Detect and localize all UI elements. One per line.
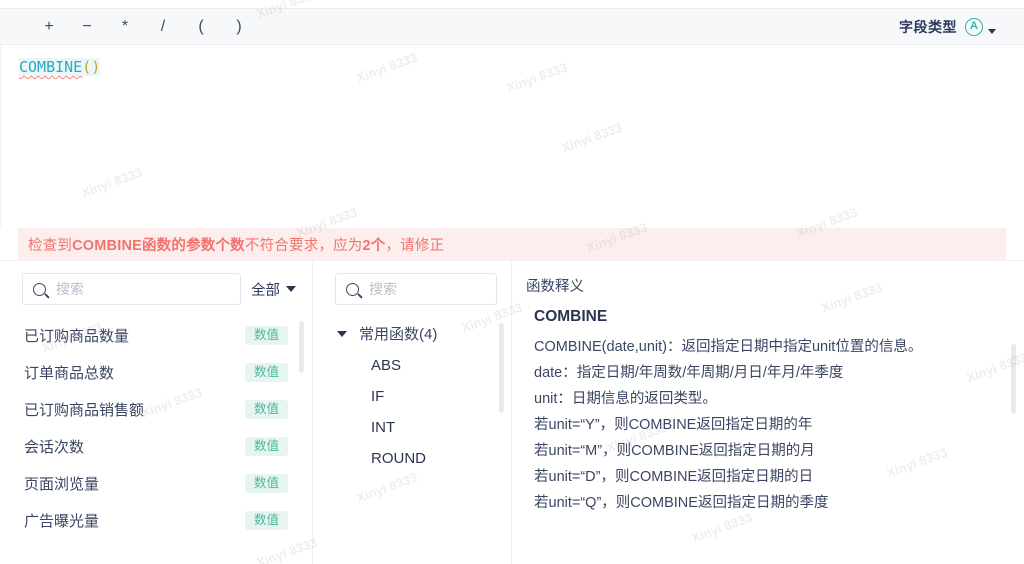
error-text-bold2: 2个 — [362, 237, 386, 254]
operator-divide-button[interactable]: / — [144, 9, 182, 45]
formula-parentheses-token[interactable]: () — [82, 58, 101, 76]
search-icon — [346, 282, 359, 296]
description-title: 函数释义 — [526, 279, 584, 295]
functions-list[interactable]: 常用函数(4) ABS IF INT ROUND — [313, 313, 511, 564]
description-line: COMBINE(date,unit)：返回指定日期中指定unit位置的信息。 — [534, 339, 923, 355]
fields-search-box[interactable] — [22, 273, 241, 305]
field-name: 页面浏览量 — [24, 476, 100, 493]
description-line: 若unit=“Y”，则COMBINE返回指定日期的年 — [534, 417, 813, 433]
description-line: 若unit=“D”，则COMBINE返回指定日期的日 — [534, 469, 814, 485]
fields-filter-label: 全部 — [251, 282, 280, 299]
fields-panel: 全部 已订购商品数量 数值 订单商品总数 数值 已订购商品销售额 数值 — [0, 261, 313, 564]
field-row[interactable]: 会话次数 数值 — [0, 428, 312, 465]
field-row[interactable]: 已订购商品数量 数值 — [0, 317, 312, 354]
chevron-down-icon[interactable] — [988, 28, 996, 34]
operator-toolbar: + − * / ( ) 字段类型 A — [0, 9, 1024, 45]
formula-expression[interactable]: COMBINE() — [19, 57, 1006, 77]
description-line: unit：日期信息的返回类型。 — [534, 391, 717, 407]
operator-minus-button[interactable]: − — [68, 9, 106, 45]
field-type-control[interactable]: 字段类型 A — [899, 17, 1010, 37]
field-type-badge: 数值 — [244, 437, 288, 456]
field-type-badge: 数值 — [244, 511, 288, 530]
field-row[interactable]: 已订购商品销售额 数值 — [0, 391, 312, 428]
fields-search-input[interactable] — [54, 280, 230, 298]
fields-search-row: 全部 — [0, 261, 312, 313]
error-text-part2: 不符合要求，应为 — [244, 237, 363, 254]
function-item-if[interactable]: IF — [313, 381, 511, 412]
search-icon — [33, 282, 46, 296]
function-group-label: 常用函数(4) — [359, 326, 438, 343]
functions-search-box[interactable] — [335, 273, 497, 305]
field-type-badge: 数值 — [244, 400, 288, 419]
triangle-down-icon — [337, 330, 347, 337]
formula-editor-dialog: + − * / ( ) 字段类型 A COMBINE() 检查到 COMBINE… — [0, 8, 1024, 564]
field-type-badge: 数值 — [244, 474, 288, 493]
fields-list-scrollbar[interactable] — [299, 321, 304, 373]
operator-plus-button[interactable]: + — [30, 9, 68, 45]
field-name: 已订购商品销售额 — [24, 402, 145, 419]
validation-error-banner: 检查到 COMBINE函数的参数个数 不符合要求，应为 2个 ，请修正 — [18, 228, 1006, 260]
formula-input-area[interactable]: COMBINE() — [0, 45, 1024, 228]
error-text-part3: ，请修正 — [385, 237, 445, 254]
functions-search-row — [313, 261, 511, 313]
description-body: COMBINE COMBINE(date,unit)：返回指定日期中指定unit… — [512, 308, 1024, 516]
field-type-label: 字段类型 — [899, 18, 957, 35]
description-function-name: COMBINE — [534, 308, 608, 325]
caret-down-icon — [286, 286, 296, 292]
function-group-common[interactable]: 常用函数(4) — [313, 317, 511, 350]
field-row[interactable]: 页面浏览量 数值 — [0, 465, 312, 502]
operator-close-paren-button[interactable]: ) — [220, 9, 258, 45]
error-text-part1: 检查到 — [28, 237, 73, 254]
description-scroll-area[interactable]: COMBINE COMBINE(date,unit)：返回指定日期中指定unit… — [512, 304, 1024, 564]
functions-search-input[interactable] — [367, 280, 486, 298]
field-name: 已订购商品数量 — [24, 328, 130, 345]
field-row[interactable]: 广告曝光量 数值 — [0, 502, 312, 539]
description-line: 若unit=“Q”，则COMBINE返回指定日期的季度 — [534, 495, 829, 511]
operator-multiply-button[interactable]: * — [106, 9, 144, 45]
field-type-badge: 数值 — [244, 363, 288, 382]
field-name: 订单商品总数 — [24, 365, 115, 382]
functions-panel: 常用函数(4) ABS IF INT ROUND — [313, 261, 512, 564]
field-name: 广告曝光量 — [24, 513, 100, 530]
picker-panels: 全部 已订购商品数量 数值 订单商品总数 数值 已订购商品销售额 数值 — [0, 260, 1024, 564]
operator-open-paren-button[interactable]: ( — [182, 9, 220, 45]
function-item-abs[interactable]: ABS — [313, 350, 511, 381]
description-line: date：指定日期/年周数/年周期/月日/年月/年季度 — [534, 365, 844, 381]
function-item-int[interactable]: INT — [313, 412, 511, 443]
description-scrollbar[interactable] — [1011, 344, 1016, 414]
formula-function-token[interactable]: COMBINE — [19, 58, 83, 76]
fields-list[interactable]: 已订购商品数量 数值 订单商品总数 数值 已订购商品销售额 数值 会话次数 数值… — [0, 313, 312, 564]
function-description-panel: 函数释义 COMBINE COMBINE(date,unit)：返回指定日期中指… — [512, 261, 1024, 564]
error-text-bold1: COMBINE函数的参数个数 — [72, 237, 245, 254]
field-type-badge: 数值 — [244, 326, 288, 345]
field-row[interactable]: 订单商品总数 数值 — [0, 354, 312, 391]
functions-list-scrollbar[interactable] — [499, 323, 504, 413]
circled-a-icon[interactable]: A — [965, 17, 983, 36]
function-item-round[interactable]: ROUND — [313, 443, 511, 474]
description-line: 若unit=“M”，则COMBINE返回指定日期的月 — [534, 443, 815, 459]
fields-filter-dropdown[interactable]: 全部 — [251, 279, 298, 300]
field-name: 会话次数 — [24, 439, 85, 456]
